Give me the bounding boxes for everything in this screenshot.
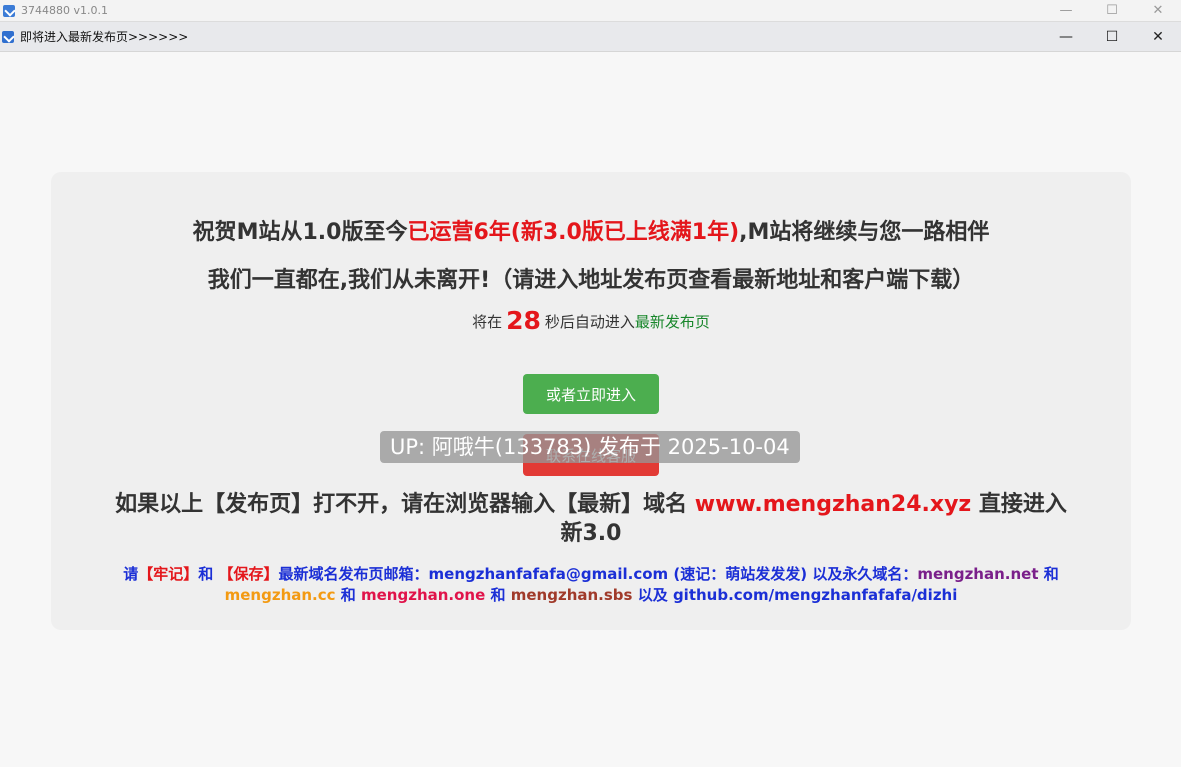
maximize-icon: ☐ — [1105, 28, 1119, 45]
upload-watermark: UP: 阿哦牛(133783) 发布于 2025-10-04 — [380, 431, 800, 463]
inner-maximize-button[interactable]: ☐ — [1089, 22, 1135, 51]
headline-highlight: 已运营6年(新3.0版已上线满1年) — [407, 220, 740, 245]
fallback-domain-notice: 如果以上【发布页】打不开，请在浏览器输入【最新】域名 www.mengzhan2… — [111, 490, 1071, 548]
subheadline: 我们一直都在,我们从未离开!（请进入地址发布页查看最新地址和客户端下载） — [207, 268, 975, 293]
inner-window-title: 即将进入最新发布页>>>>>> — [20, 30, 189, 44]
minimize-icon: — — [1059, 28, 1073, 45]
enter-now-button[interactable]: 或者立即进入 — [523, 374, 659, 414]
domain-one[interactable]: mengzhan.one — [361, 586, 485, 604]
announcement-card: 祝贺M站从1.0版至今已运营6年(新3.0版已上线满1年),M站将继续与您一路相… — [51, 172, 1131, 630]
app-icon — [3, 4, 15, 17]
app-icon — [2, 30, 14, 43]
info-text-7: 以及 — [632, 586, 673, 604]
outer-window-title: 3744880 v1.0.1 — [21, 4, 108, 17]
info-text-4: 和 — [1038, 565, 1059, 583]
minimize-icon: — — [1059, 3, 1073, 18]
inner-close-button[interactable]: ✕ — [1135, 22, 1181, 51]
close-icon: ✕ — [1152, 28, 1164, 45]
headline-part-1: 祝贺M站从1.0版至今 — [192, 220, 408, 245]
domain-sbs[interactable]: mengzhan.sbs — [511, 586, 633, 604]
fallback-text-1: 如果以上【发布页】打不开，请在浏览器输入【最新】域名 — [115, 492, 695, 517]
inner-window-controls: — ☐ ✕ — [1043, 22, 1181, 51]
info-text-5: 和 — [335, 586, 361, 604]
inner-title-bar: 即将进入最新发布页>>>>>> — ☐ ✕ — [0, 22, 1181, 52]
contact-info: 请【牢记】和 【保存】最新域名发布页邮箱：mengzhanfafafa@gmai… — [111, 564, 1071, 606]
countdown-suffix: 秒后自动进入 — [544, 313, 635, 331]
domain-cc[interactable]: mengzhan.cc — [225, 586, 336, 604]
info-text-2: 和 — [198, 565, 219, 583]
remember-tag: 【牢记】 — [138, 565, 199, 583]
outer-window-controls: — ☐ ✕ — [1043, 0, 1181, 21]
countdown-prefix: 将在 — [472, 313, 503, 331]
celebration-headline: 祝贺M站从1.0版至今已运营6年(新3.0版已上线满1年),M站将继续与您一路相… — [51, 214, 1131, 246]
outer-title-bar: 3744880 v1.0.1 — ☐ ✕ — [0, 0, 1181, 22]
close-icon: ✕ — [1152, 3, 1164, 18]
maximize-icon: ☐ — [1106, 3, 1118, 18]
inner-minimize-button[interactable]: — — [1043, 22, 1089, 51]
release-page-link[interactable]: 最新发布页 — [635, 313, 710, 331]
info-text-6: 和 — [485, 586, 511, 604]
countdown-seconds: 28 — [506, 306, 541, 335]
info-text-3: 最新域名发布页邮箱：mengzhanfafafa@gmail.com (速记：萌… — [278, 565, 918, 583]
countdown-line: 将在 28 秒后自动进入最新发布页 — [51, 306, 1131, 335]
info-text-1: 请 — [123, 565, 139, 583]
headline-part-2: ,M站将继续与您一路相伴 — [739, 220, 990, 245]
domain-net[interactable]: mengzhan.net — [917, 565, 1038, 583]
github-link[interactable]: github.com/mengzhanfafafa/dizhi — [673, 586, 957, 604]
save-tag: 【保存】 — [218, 565, 279, 583]
outer-close-button[interactable]: ✕ — [1135, 0, 1181, 21]
outer-maximize-button[interactable]: ☐ — [1089, 0, 1135, 21]
outer-minimize-button[interactable]: — — [1043, 0, 1089, 21]
latest-domain[interactable]: www.mengzhan24.xyz — [695, 492, 971, 517]
